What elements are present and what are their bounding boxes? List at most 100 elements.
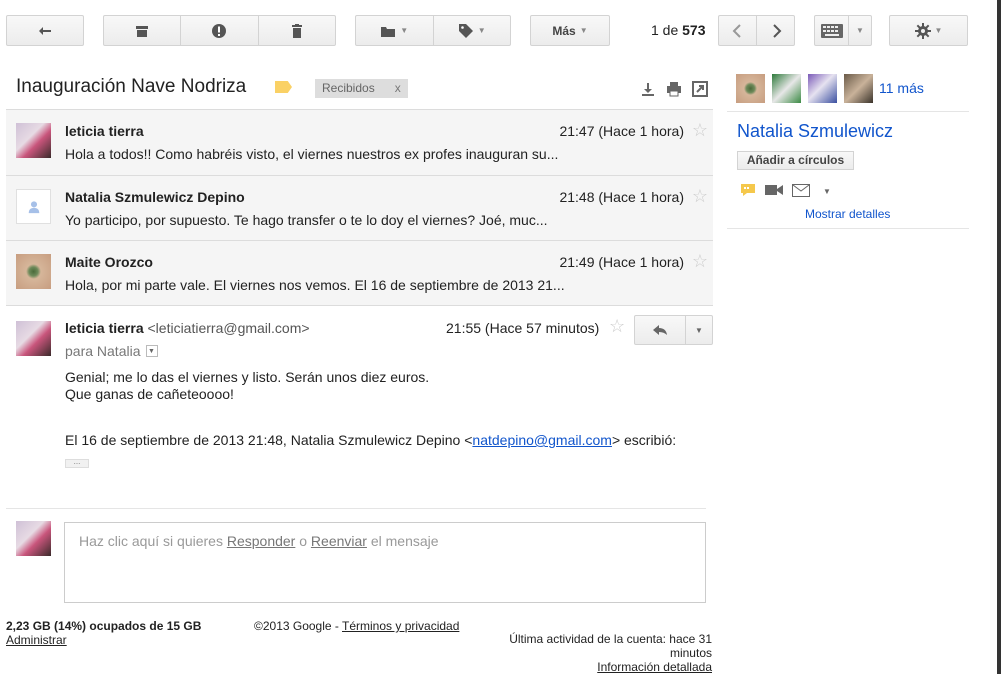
folder-icon <box>381 26 396 37</box>
print-icon[interactable] <box>666 81 682 97</box>
star-icon[interactable]: ☆ <box>692 186 708 207</box>
quote-email-link[interactable]: natdepino@gmail.com <box>472 432 612 448</box>
more-reply-options-button[interactable]: ▼ <box>686 316 712 344</box>
expand-all-icon[interactable] <box>640 81 656 97</box>
archive-button[interactable] <box>104 16 182 45</box>
contact-actions: ▼ <box>740 182 831 201</box>
message-sender: leticia tierra <leticiatierra@gmail.com> <box>65 320 310 336</box>
forward-link[interactable]: Reenviar <box>311 533 367 549</box>
important-label-icon[interactable] <box>275 81 292 93</box>
storage-usage: 2,23 GB (14%) ocupados de 15 GB <box>6 619 202 633</box>
delete-button[interactable] <box>259 16 335 45</box>
quote-prefix: El 16 de septiembre de 2013 21:48, Natal… <box>65 432 473 448</box>
reply-suffix: el mensaje <box>366 533 439 549</box>
star-icon[interactable]: ☆ <box>692 251 708 272</box>
message-sender: leticia tierra <box>65 123 144 139</box>
avatar <box>16 321 51 356</box>
chevron-down-icon: ▼ <box>400 26 409 35</box>
older-button[interactable] <box>757 16 794 45</box>
message-time: 21:48 (Hace 1 hora) <box>559 189 684 205</box>
archive-icon <box>136 25 149 37</box>
trash-icon <box>291 23 302 38</box>
divider <box>727 228 969 229</box>
action-button-group <box>103 15 336 46</box>
terms-link[interactable]: Términos y privacidad <box>342 619 459 633</box>
star-icon[interactable]: ☆ <box>609 316 625 337</box>
more-participants-link[interactable]: 11 más <box>879 80 924 96</box>
recipient-line: para Natalia ▼ <box>65 343 158 359</box>
message-sender: Maite Orozco <box>65 254 153 270</box>
label-chip-text[interactable]: Recibidos <box>322 81 375 96</box>
show-trimmed-content-button[interactable]: ... <box>65 458 89 468</box>
copyright-text: ©2013 Google - <box>254 619 343 633</box>
new-window-icon[interactable] <box>692 81 708 97</box>
activity-details-link[interactable]: Información detallada <box>597 660 712 674</box>
window-edge <box>997 0 1001 674</box>
collapsed-message[interactable]: Natalia Szmulewicz Depino 21:48 (Hace 1 … <box>6 175 713 240</box>
reply-button[interactable] <box>635 316 686 344</box>
contact-name[interactable]: Natalia Szmulewicz <box>737 121 893 142</box>
quote-suffix: > escribió: <box>611 432 677 448</box>
more-label: Más <box>552 23 576 38</box>
newer-button[interactable] <box>719 16 757 45</box>
chevron-right-icon <box>772 23 781 38</box>
remove-label-button[interactable]: x <box>395 81 401 96</box>
avatar[interactable] <box>772 74 801 103</box>
reply-middle: o <box>295 533 311 549</box>
chevron-down-icon: ▼ <box>856 26 864 35</box>
message-snippet: Hola, por mi parte vale. El viernes nos … <box>65 277 565 293</box>
tag-icon <box>458 23 473 38</box>
input-tools-button[interactable]: ▼ <box>814 15 872 46</box>
thread-subject: Inauguración Nave Nodriza <box>16 76 247 97</box>
chat-icon[interactable] <box>740 182 756 201</box>
message-body: Genial; me lo das el viernes y listo. Se… <box>65 369 429 403</box>
reply-link[interactable]: Responder <box>227 533 296 549</box>
show-details-dropdown-icon[interactable]: ▼ <box>145 345 158 357</box>
default-person-icon <box>28 200 39 213</box>
label-chip-inbox: Recibidos x <box>315 79 408 98</box>
chevron-left-icon <box>732 23 741 38</box>
message-sender: Natalia Szmulewicz Depino <box>65 189 245 205</box>
expanded-message: leticia tierra <leticiatierra@gmail.com>… <box>6 305 713 515</box>
star-icon[interactable]: ☆ <box>692 120 708 141</box>
video-call-icon[interactable] <box>765 184 783 199</box>
avatar <box>16 189 51 224</box>
manage-storage-link[interactable]: Administrar <box>6 633 67 647</box>
chevron-down-icon: ▼ <box>477 26 486 35</box>
message-snippet: Hola a todos!! Como habréis visto, el vi… <box>65 146 559 162</box>
message-time: 21:49 (Hace 1 hora) <box>559 254 684 270</box>
input-tools-dropdown[interactable]: ▼ <box>849 16 871 45</box>
activity-text: Última actividad de la cuenta: hace 31 m… <box>509 632 712 660</box>
avatar <box>16 254 51 289</box>
collapsed-message[interactable]: leticia tierra 21:47 (Hace 1 hora) ☆ Hol… <box>6 109 713 175</box>
email-icon[interactable] <box>792 183 810 200</box>
back-button[interactable] <box>6 15 84 46</box>
avatar[interactable] <box>844 74 873 103</box>
pager-nav <box>718 15 795 46</box>
report-spam-button[interactable] <box>181 16 259 45</box>
chevron-down-icon[interactable]: ▼ <box>823 187 831 196</box>
labels-button[interactable]: ▼ <box>434 16 511 45</box>
body-line: Genial; me lo das el viernes y listo. Se… <box>65 369 430 385</box>
divider <box>6 508 706 509</box>
more-button[interactable]: Más ▼ <box>530 15 610 46</box>
avatar[interactable] <box>736 74 765 103</box>
add-to-circles-button[interactable]: Añadir a círculos <box>737 151 854 170</box>
show-details-link[interactable]: Mostrar detalles <box>805 207 890 221</box>
quick-reply-box[interactable]: Haz clic aquí si quieres Responder o Ree… <box>64 522 706 603</box>
collapsed-message[interactable]: Maite Orozco 21:49 (Hace 1 hora) ☆ Hola,… <box>6 240 713 305</box>
message-time: 21:55 (Hace 57 minutos) <box>446 320 600 336</box>
back-arrow-icon <box>7 16 83 45</box>
avatar[interactable] <box>808 74 837 103</box>
sender-name[interactable]: leticia tierra <box>65 320 144 336</box>
chevron-down-icon: ▼ <box>695 325 703 335</box>
keyboard-icon <box>815 16 849 45</box>
sender-email: <leticiatierra@gmail.com> <box>147 320 310 336</box>
copyright: ©2013 Google - Términos y privacidad <box>254 619 459 633</box>
settings-button[interactable]: ▼ <box>889 15 968 46</box>
pager-prefix: 1 de <box>651 22 679 38</box>
folder-label-group: ▼ ▼ <box>355 15 511 46</box>
pager-total: 573 <box>682 22 706 38</box>
exclamation-icon <box>212 23 227 38</box>
move-to-button[interactable]: ▼ <box>356 16 434 45</box>
